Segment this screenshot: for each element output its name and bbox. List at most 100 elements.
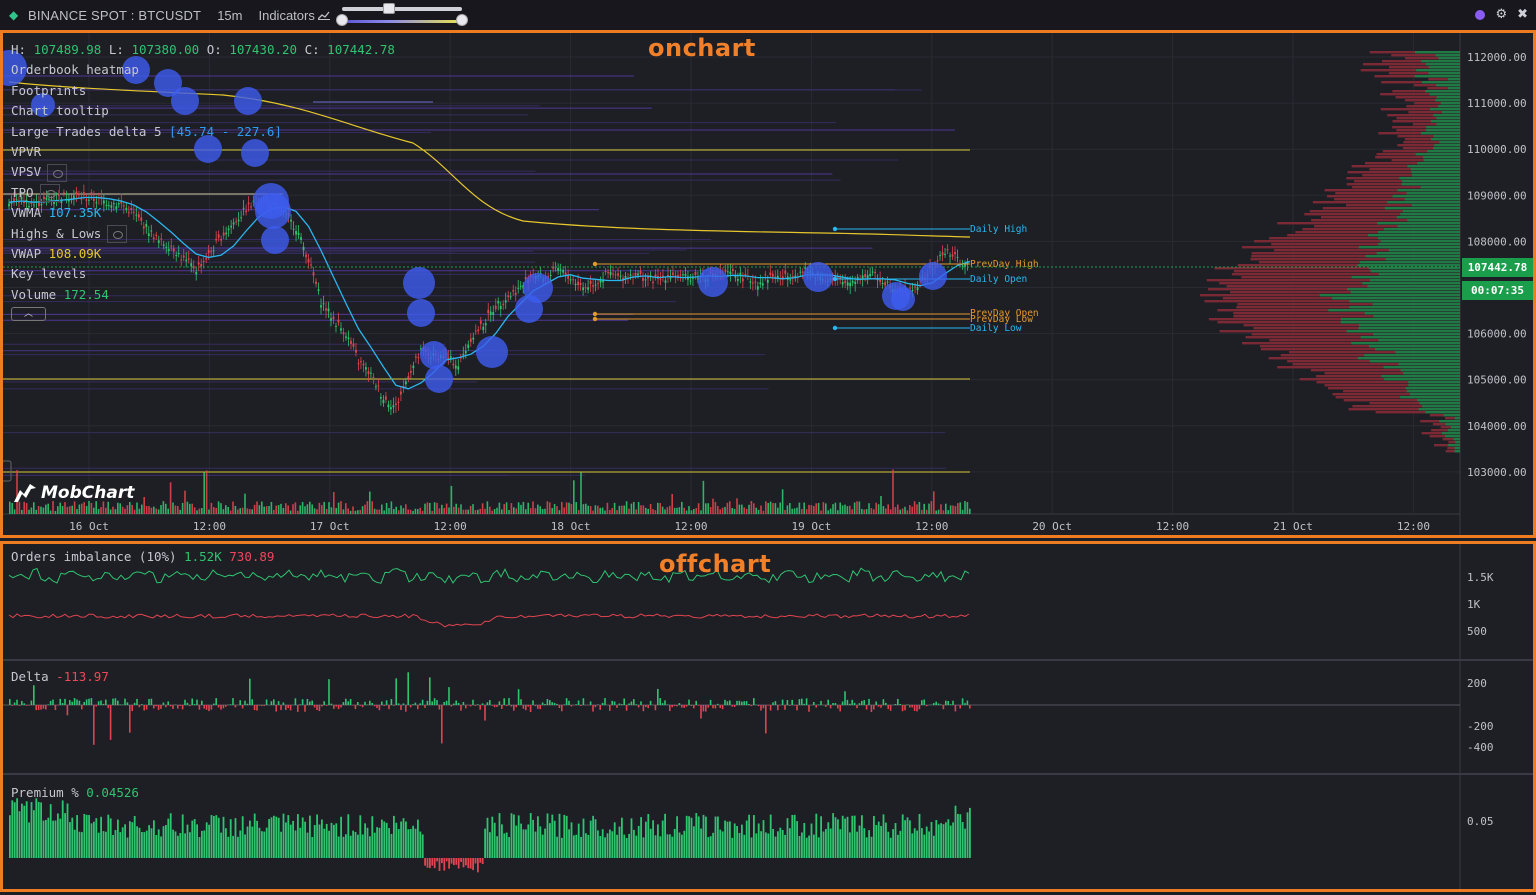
- gear-icon[interactable]: ⚙: [1495, 8, 1507, 22]
- delta-bar: [309, 701, 311, 705]
- overlay-label: Footprints: [11, 82, 87, 98]
- delta-bar: [181, 705, 184, 710]
- volume-bar: [609, 509, 611, 514]
- timeframe-selector[interactable]: 15m: [217, 8, 242, 23]
- vp-bar-buy: [1332, 297, 1460, 300]
- overlay-vpvr[interactable]: VPVR: [11, 142, 395, 162]
- offchart-panels[interactable]: 1.5K1K500200-200-4000.05: [3, 544, 1533, 889]
- delta-bar: [450, 705, 453, 707]
- delta-bar: [712, 705, 714, 709]
- candle-body: [385, 396, 387, 400]
- delta-bar: [299, 704, 301, 705]
- candle-body: [604, 271, 607, 273]
- vp-bar-buy: [1436, 84, 1460, 87]
- status-dot-icon[interactable]: [1475, 10, 1486, 20]
- premium-bar: [769, 814, 772, 858]
- candle-body: [562, 270, 565, 273]
- overlay-volume[interactable]: Volume 172.54: [11, 285, 395, 305]
- premium-bar: [489, 832, 491, 858]
- premium-bar: [78, 831, 81, 858]
- eye-icon[interactable]: [107, 224, 128, 243]
- delta-bar: [937, 703, 940, 705]
- volume-bar: [287, 505, 289, 514]
- slider-upper-thumb[interactable]: [383, 3, 395, 14]
- premium-bar: [179, 833, 182, 858]
- premium-bar: [841, 815, 844, 858]
- overlay-label: Large Trades delta 5: [11, 123, 162, 139]
- range-slider[interactable]: [336, 3, 470, 27]
- volume-bar: [160, 505, 162, 514]
- delta-bar: [409, 705, 412, 708]
- vp-bar-buy: [1454, 450, 1460, 453]
- collapse-legend-button[interactable]: ︿: [11, 307, 46, 322]
- eye-icon[interactable]: [39, 183, 60, 202]
- slider-left-knob[interactable]: [336, 14, 348, 26]
- premium-bar: [825, 829, 827, 858]
- premium-bar: [208, 824, 210, 858]
- time-axis-label: 12:00: [915, 520, 948, 533]
- overlay-vwap[interactable]: VWAP 108.09K: [11, 244, 395, 264]
- candle-body: [659, 278, 662, 280]
- premium-bar: [856, 831, 858, 858]
- delta-bar: [342, 702, 345, 705]
- volume-bar: [705, 503, 707, 514]
- candle-body: [8, 203, 10, 207]
- premium-bar: [532, 819, 534, 858]
- volume-bar: [712, 498, 714, 514]
- overlay-vpsv[interactable]: VPSV: [11, 162, 395, 182]
- delta-bar: [385, 700, 388, 705]
- delta-bar: [858, 703, 861, 705]
- candle-body: [916, 287, 919, 291]
- delta-bar: [273, 699, 275, 705]
- volume-value: 172.54: [63, 286, 109, 302]
- candle-body: [407, 376, 410, 379]
- close-icon[interactable]: ✖: [1517, 8, 1528, 22]
- delta-bar: [337, 705, 340, 710]
- overlay-tpo[interactable]: TPO: [11, 183, 395, 203]
- overlay-vwma[interactable]: VWMA 107.35K: [11, 203, 395, 223]
- candle-body: [397, 401, 400, 403]
- volume-bar: [340, 501, 342, 514]
- vp-bar-buy: [1368, 234, 1460, 237]
- eye-icon[interactable]: [47, 163, 68, 182]
- delta-bar: [705, 705, 707, 712]
- overlay-highs-lows[interactable]: Highs & Lows: [11, 224, 395, 244]
- delta-bar: [558, 705, 561, 709]
- indicators-button[interactable]: Indicators: [258, 8, 330, 23]
- volume-bar: [381, 504, 383, 514]
- delta-bar: [611, 700, 613, 705]
- premium-bar: [748, 814, 750, 858]
- premium-bar: [556, 836, 558, 858]
- volume-bar: [114, 509, 117, 514]
- overlay-orderbook[interactable]: Orderbook heatmap: [11, 60, 395, 80]
- delta-bar: [630, 701, 633, 705]
- premium-bar: [661, 820, 664, 858]
- premium-bar: [342, 836, 345, 858]
- symbol-title[interactable]: BINANCE SPOT : BTCUSDT: [28, 8, 201, 23]
- overlay-footprints[interactable]: Footprints: [11, 81, 395, 101]
- candle-body: [799, 271, 802, 273]
- delta-bar: [649, 700, 652, 705]
- overlay-key-levels[interactable]: Key levels: [11, 264, 395, 284]
- premium-bar: [637, 825, 640, 858]
- delta-bar: [808, 705, 810, 712]
- volume-bar: [177, 506, 179, 514]
- delta-bar: [97, 701, 100, 705]
- imbalance-axis-label: 500: [1467, 625, 1487, 638]
- delta-bar: [433, 698, 436, 705]
- premium-bar: [630, 818, 633, 858]
- slider-right-knob[interactable]: [456, 14, 468, 26]
- candle-body: [380, 396, 382, 399]
- delta-bar: [952, 700, 954, 705]
- candle-body: [582, 287, 585, 291]
- delta-bar: [486, 702, 489, 705]
- delta-bar: [229, 704, 232, 705]
- delta-bar: [126, 702, 129, 705]
- overlay-large-trades[interactable]: Large Trades delta 5 [45.74 - 227.6]: [11, 122, 395, 142]
- volume-bar: [913, 501, 916, 514]
- overlay-tooltip[interactable]: Chart tooltip: [11, 101, 395, 121]
- premium-bar: [484, 828, 486, 858]
- delta-bar: [13, 702, 16, 705]
- delta-bar: [11, 705, 13, 706]
- delta-bar: [280, 705, 282, 711]
